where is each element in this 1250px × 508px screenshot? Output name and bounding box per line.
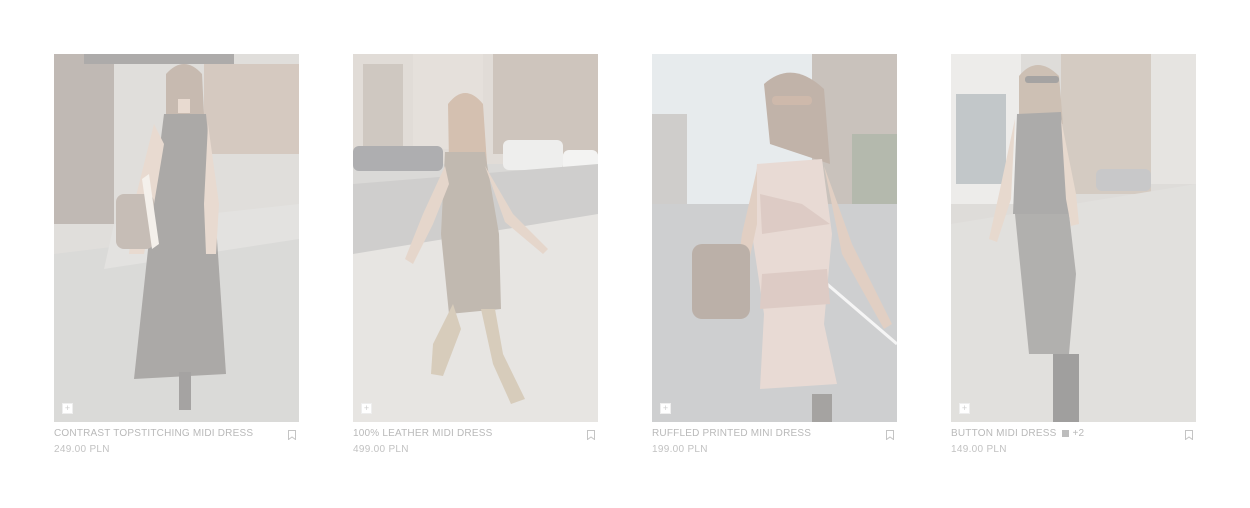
product-info: CONTRAST TOPSTITCHING MIDI DRESS 249.00 … [54, 428, 299, 462]
product-name[interactable]: CONTRAST TOPSTITCHING MIDI DRESS [54, 428, 253, 439]
product-info: BUTTON MIDI DRESS +2 149.00 PLN [951, 428, 1196, 462]
product-card[interactable]: + CONTRAST TOPSTITCHING MIDI DRESS 249.0… [54, 54, 299, 462]
product-price: 249.00 PLN [54, 444, 110, 455]
product-image[interactable]: + [951, 54, 1196, 422]
product-image[interactable]: + [652, 54, 897, 422]
product-grid: + CONTRAST TOPSTITCHING MIDI DRESS 249.0… [54, 54, 1196, 462]
product-card[interactable]: + RUFFLED PRINTED MINI DRESS 199.00 PLN [652, 54, 897, 462]
bookmark-icon[interactable] [886, 430, 894, 440]
add-to-cart-button[interactable]: + [959, 403, 970, 414]
more-colors-count[interactable]: +2 [1072, 428, 1084, 439]
add-to-cart-button[interactable]: + [62, 403, 73, 414]
add-to-cart-button[interactable]: + [361, 403, 372, 414]
product-card[interactable]: + BUTTON MIDI DRESS +2 149.00 PLN [951, 54, 1196, 462]
bookmark-icon[interactable] [288, 430, 296, 440]
product-card[interactable]: + 100% LEATHER MIDI DRESS 499.00 PLN [353, 54, 598, 462]
bookmark-icon[interactable] [587, 430, 595, 440]
product-info: RUFFLED PRINTED MINI DRESS 199.00 PLN [652, 428, 897, 462]
product-info: 100% LEATHER MIDI DRESS 499.00 PLN [353, 428, 598, 462]
bookmark-icon[interactable] [1185, 430, 1193, 440]
product-name[interactable]: RUFFLED PRINTED MINI DRESS [652, 428, 811, 439]
product-name[interactable]: BUTTON MIDI DRESS [951, 428, 1056, 439]
color-swatch[interactable] [1062, 430, 1070, 437]
product-price: 149.00 PLN [951, 444, 1007, 455]
product-image[interactable]: + [353, 54, 598, 422]
product-name[interactable]: 100% LEATHER MIDI DRESS [353, 428, 492, 439]
product-price: 499.00 PLN [353, 444, 409, 455]
product-image[interactable]: + [54, 54, 299, 422]
product-price: 199.00 PLN [652, 444, 708, 455]
add-to-cart-button[interactable]: + [660, 403, 671, 414]
